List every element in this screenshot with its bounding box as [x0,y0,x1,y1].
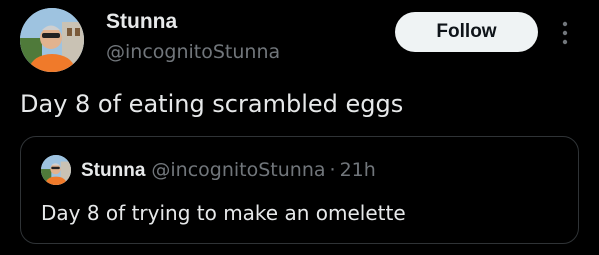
avatar-image [41,155,71,185]
follow-button[interactable]: Follow [395,12,538,52]
quoted-tweet[interactable]: Stunna @incognitoStunna · 21h Day 8 of tryi… [20,136,579,244]
tweet-text: Day 8 of eating scrambled eggs [20,90,404,118]
author-name[interactable]: Stunna [106,10,177,34]
separator-dot: · [329,159,336,181]
author-avatar[interactable] [20,8,84,72]
avatar-image [20,8,84,72]
author-handle[interactable]: @incognitoStunna [106,41,280,63]
more-vertical-icon[interactable] [558,19,572,47]
tweet: Stunna @incognitoStunna Follow Day 8 of … [0,0,599,255]
quoted-timestamp[interactable]: 21h [340,159,376,181]
quoted-tweet-header: Stunna @incognitoStunna · 21h [81,159,376,182]
quoted-author-avatar[interactable] [41,155,71,185]
quoted-tweet-text: Day 8 of trying to make an omelette [41,201,406,225]
quoted-author-handle[interactable]: @incognitoStunna [151,159,325,181]
quoted-author-name[interactable]: Stunna [81,160,145,181]
